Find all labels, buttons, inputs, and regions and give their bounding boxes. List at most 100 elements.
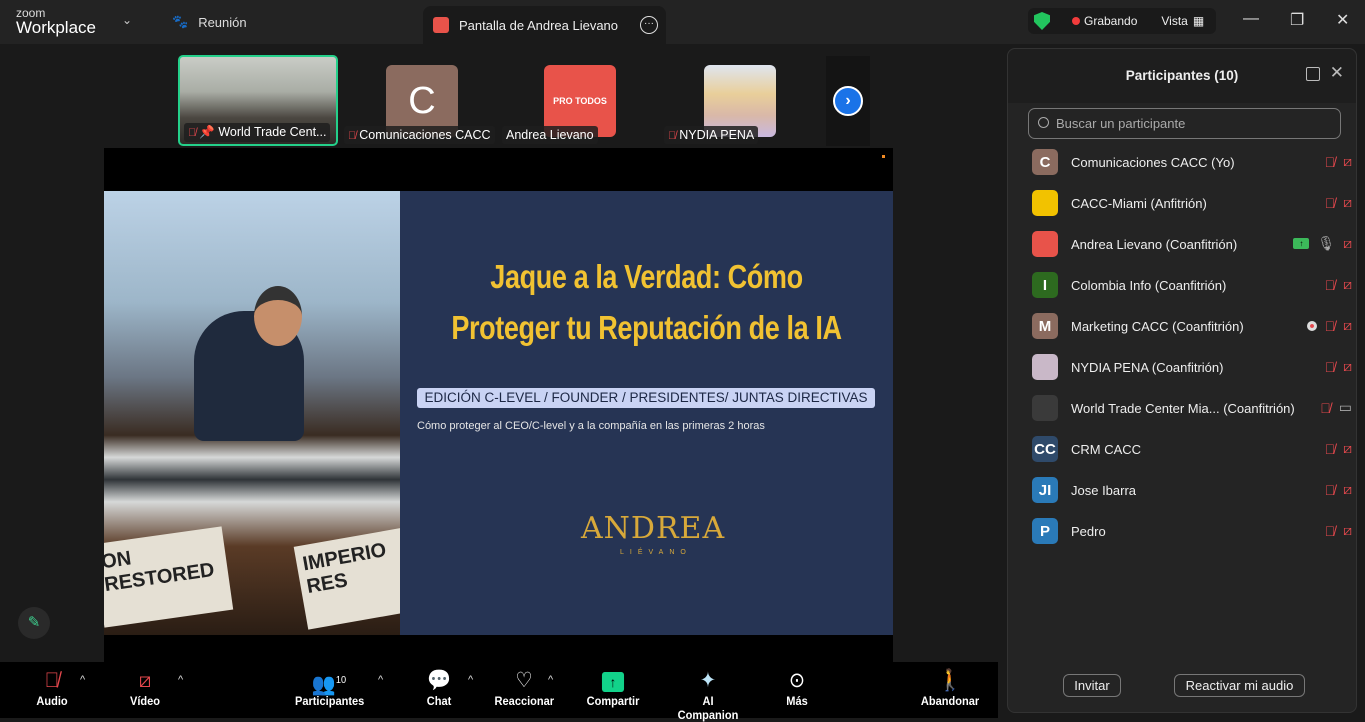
participant-row[interactable]: C Comunicaciones CACC (Yo) 🎙̸ ⧄	[1032, 147, 1352, 177]
search-input[interactable]: Buscar un participante	[1028, 108, 1341, 139]
video-off-icon[interactable]: ⧄	[1343, 235, 1352, 252]
participant-row[interactable]: I Colombia Info (Coanfitrión) 🎙̸ ⧄	[1032, 270, 1352, 300]
mic-off-icon[interactable]: 🎙̸	[1325, 195, 1336, 211]
more-icon[interactable]: ···	[640, 16, 658, 34]
leave-label: Abandonar	[920, 694, 980, 708]
avatar	[1032, 354, 1058, 380]
participant-name: Jose Ibarra	[1071, 482, 1137, 498]
chat-caret-icon[interactable]: ^	[468, 674, 473, 686]
ai-companion-button[interactable]: ✦ AI Companion	[671, 668, 745, 722]
thumbnail-nydia[interactable]: 🎙̸ NYDIA PENA	[660, 55, 820, 146]
recording-status[interactable]: Grabando	[1084, 14, 1137, 28]
paw-icon: 🐾	[172, 14, 189, 29]
thumb-label: World Trade Cent...	[218, 125, 327, 139]
grid-icon: ▦	[1192, 14, 1205, 28]
annotate-pencil-icon[interactable]: ✎	[18, 607, 50, 639]
mic-off-icon[interactable]: 🎙̸	[1325, 154, 1336, 170]
sparkle-icon: ✦	[699, 669, 717, 692]
audio-button[interactable]: 🎙̸ Audio	[35, 668, 68, 708]
meeting-tab[interactable]: 🐾 Reunión	[172, 14, 247, 30]
video-off-icon[interactable]: ⧄	[1343, 440, 1352, 457]
participant-row[interactable]: World Trade Center Mia... (Coanfitrión) 🎙…	[1032, 393, 1352, 423]
slide-subtitle: Cómo proteger al CEO/C-level y a la comp…	[417, 420, 765, 432]
shield-check-icon[interactable]	[1034, 12, 1050, 30]
participants-label: Participantes	[294, 694, 365, 708]
popout-icon[interactable]	[1306, 67, 1320, 81]
restore-button[interactable]: ❐	[1290, 10, 1304, 30]
video-off-icon[interactable]: ⧄	[1343, 276, 1352, 293]
minimize-button[interactable]: —	[1243, 10, 1259, 28]
newspaper-headline: IMPERIO RES	[293, 524, 400, 630]
participant-name: World Trade Center Mia... (Coanfitrión)	[1071, 400, 1295, 416]
close-icon[interactable]: ✕	[1330, 63, 1344, 83]
participant-row[interactable]: M Marketing CACC (Coanfitrión) 🎙̸ ⧄	[1032, 311, 1352, 341]
slide-photo: ON RESTORED IMPERIO RES	[104, 191, 400, 635]
avatar: I	[1032, 272, 1058, 298]
mic-off-icon[interactable]: 🎙̸	[1325, 277, 1336, 293]
participants-button[interactable]: 👥10 Participantes	[294, 668, 365, 708]
video-off-icon[interactable]: ⧄	[1343, 194, 1352, 211]
participant-row[interactable]: NYDIA PENA (Coanfitrión) 🎙̸ ⧄	[1032, 352, 1352, 382]
brand-logo: ANDREA	[581, 511, 726, 546]
react-caret-icon[interactable]: ^	[548, 674, 553, 686]
chat-button[interactable]: 💬 Chat	[423, 668, 454, 708]
share-button[interactable]: ↑ Compartir	[584, 668, 641, 708]
mic-off-icon: 🎙̸	[348, 130, 357, 142]
participant-name: Pedro	[1071, 523, 1106, 539]
unmute-button[interactable]: Reactivar mi audio	[1174, 674, 1305, 697]
video-off-icon[interactable]: ⧄	[1343, 153, 1352, 170]
mic-off-icon[interactable]: 🎙̸	[1325, 318, 1336, 334]
video-off-icon[interactable]: ⧄	[1343, 481, 1352, 498]
thumbnail-andrea[interactable]: PRO TODOS Andrea Lievano	[500, 55, 660, 146]
leave-icon: 🚶	[937, 669, 963, 692]
title-line: Proteger tu Reputación de la IA	[451, 309, 842, 346]
mic-icon[interactable]: 🎙	[1317, 235, 1335, 252]
chat-label: Chat	[426, 694, 452, 708]
participant-row[interactable]: CACC-Miami (Anfitrión) 🎙̸ ⧄	[1032, 188, 1352, 218]
more-label: Más	[786, 694, 808, 708]
more-button[interactable]: ⊙ Más	[783, 668, 811, 708]
close-button[interactable]: ✕	[1336, 10, 1349, 30]
participant-row[interactable]: Andrea Lievano (Coanfitrión) ↑ 🎙 ⧄	[1032, 229, 1352, 259]
video-off-icon[interactable]: ⧄	[1343, 358, 1352, 375]
mic-off-icon[interactable]: 🎙̸	[1325, 359, 1336, 375]
view-button[interactable]: Vista	[1161, 14, 1187, 28]
audio-caret-icon[interactable]: ^	[80, 674, 85, 686]
mic-off-icon: 🎙̸	[188, 127, 197, 139]
video-off-icon[interactable]: ⧄	[1343, 317, 1352, 334]
avatar: M	[1032, 313, 1058, 339]
mic-off-icon[interactable]: 🎙̸	[1325, 482, 1336, 498]
share-screen-tab[interactable]: Pantalla de Andrea Lievano ···	[423, 6, 666, 44]
react-button[interactable]: ♡ Reaccionar	[495, 668, 555, 708]
next-page-button[interactable]: ›	[826, 56, 870, 146]
mic-off-icon[interactable]: 🎙̸	[1320, 400, 1331, 416]
mic-off-icon[interactable]: 🎙̸	[1325, 441, 1336, 457]
thumbnail-comunicaciones[interactable]: C 🎙̸ Comunicaciones CACC	[342, 55, 502, 146]
participant-name: CACC-Miami (Anfitrión)	[1071, 195, 1207, 211]
participant-row[interactable]: P Pedro 🎙̸ ⧄	[1032, 516, 1352, 546]
share-tab-label: Pantalla de Andrea Lievano	[459, 17, 619, 33]
heart-icon: ♡	[515, 669, 533, 692]
avatar	[1032, 231, 1058, 257]
participant-row[interactable]: JI Jose Ibarra 🎙̸ ⧄	[1032, 475, 1352, 505]
participant-name: CRM CACC	[1071, 441, 1142, 457]
video-button[interactable]: ⧄ Vídeo	[128, 668, 163, 708]
mic-off-icon[interactable]: 🎙̸	[1325, 523, 1336, 539]
search-icon	[1038, 117, 1049, 128]
thumb-label: Comunicaciones CACC	[359, 128, 491, 142]
video-off-icon[interactable]: ⧄	[1343, 522, 1352, 539]
share-screen-icon: ↑	[584, 668, 641, 694]
thumbnail-world-trade-center[interactable]: 🎙̸ 📌 World Trade Cent...	[178, 55, 338, 146]
chevron-right-icon: ›	[833, 86, 863, 116]
brand-logo-sub: LIÉVANO	[620, 549, 692, 556]
leave-button[interactable]: 🚶 Abandonar	[921, 668, 980, 708]
recording-dot-icon	[1072, 17, 1080, 25]
title-bar: zoom Workplace ⌄ 🐾 Reunión Pantalla de And…	[0, 0, 1365, 44]
participant-row[interactable]: CC CRM CACC 🎙̸ ⧄	[1032, 434, 1352, 464]
video-icon[interactable]: ▭	[1339, 399, 1352, 416]
chevron-down-icon[interactable]: ⌄	[122, 13, 132, 27]
mic-off-icon: 🎙̸	[44, 669, 60, 692]
invite-button[interactable]: Invitar	[1063, 674, 1121, 697]
video-caret-icon[interactable]: ^	[178, 674, 183, 686]
participants-caret-icon[interactable]: ^	[378, 674, 383, 686]
